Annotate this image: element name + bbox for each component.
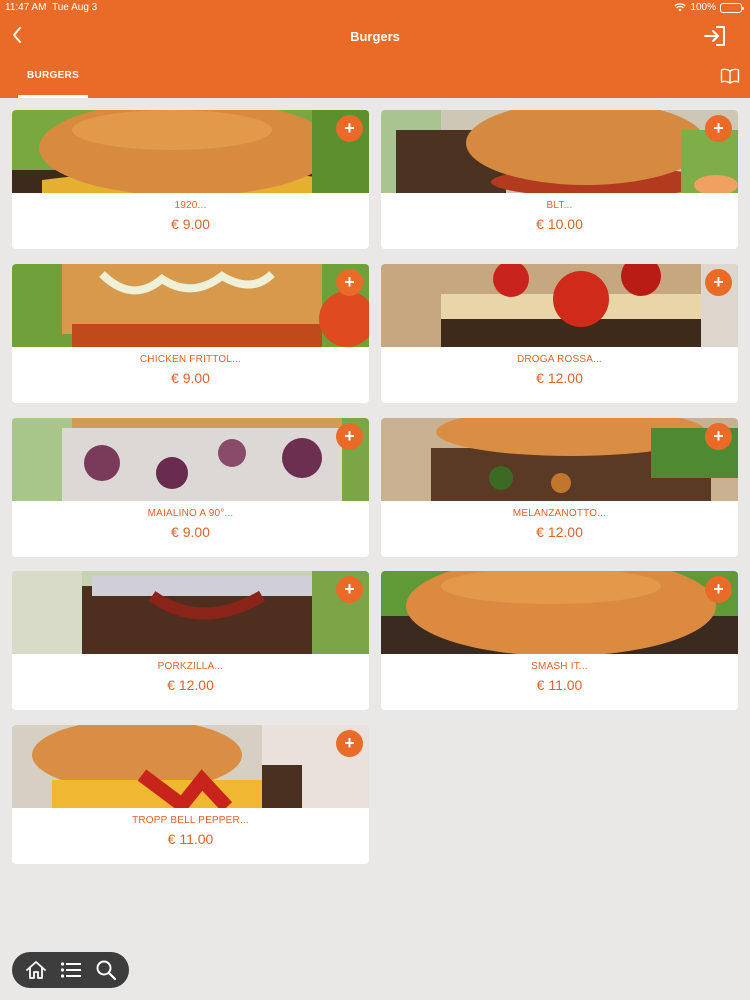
product-card-1920[interactable]: + 1920... € 9.00 <box>12 110 369 249</box>
app-header: 11:47 AM Tue Aug 3 100% Burgers BURGERS <box>0 0 750 98</box>
login-arrow-icon <box>704 26 725 46</box>
product-card-porkzilla[interactable]: + PORKZILLA... € 12.00 <box>12 571 369 710</box>
home-icon <box>25 961 46 979</box>
product-name: MAIALINO A 90°... <box>147 508 234 519</box>
product-image <box>12 725 369 808</box>
product-price: € 9.00 <box>171 370 210 386</box>
tab-burgers[interactable]: BURGERS <box>18 66 88 98</box>
product-image <box>381 418 738 501</box>
product-name: MELANZANOTTO... <box>512 508 607 519</box>
status-indicators: 100% <box>674 2 744 13</box>
status-time: 11:47 AM <box>5 2 47 13</box>
active-tab-indicator <box>18 95 88 98</box>
product-card-chicken-frittol[interactable]: + CHICKEN FRITTOL... € 9.00 <box>12 264 369 403</box>
product-price: € 12.00 <box>167 677 214 693</box>
product-card-smash-it[interactable]: + SMASH IT... € 11.00 <box>381 571 738 710</box>
product-image <box>12 418 369 501</box>
list-icon <box>60 962 81 978</box>
product-name: SMASH IT... <box>531 661 588 672</box>
add-to-cart-button[interactable]: + <box>705 423 732 450</box>
home-button[interactable] <box>23 957 49 983</box>
product-name: TROPP BELL PEPPER... <box>132 815 249 826</box>
login-button[interactable] <box>702 24 728 48</box>
add-to-cart-button[interactable]: + <box>336 269 363 296</box>
product-price: € 9.00 <box>171 524 210 540</box>
add-to-cart-button[interactable]: + <box>705 115 732 142</box>
menu-list-button[interactable] <box>58 957 84 983</box>
product-price: € 12.00 <box>536 370 583 386</box>
battery-icon <box>720 2 744 13</box>
product-name: CHICKEN FRITTOL... <box>139 354 242 365</box>
product-image <box>381 571 738 654</box>
wifi-icon <box>674 3 687 12</box>
tab-label: BURGERS <box>26 70 80 81</box>
search-button[interactable] <box>93 957 119 983</box>
book-icon <box>720 68 740 84</box>
add-to-cart-button[interactable]: + <box>336 576 363 603</box>
product-name: 1920... <box>174 200 207 211</box>
page-title: Burgers <box>350 29 400 44</box>
product-name: BLT... <box>546 200 573 211</box>
add-to-cart-button[interactable]: + <box>705 576 732 603</box>
product-price: € 10.00 <box>536 216 583 232</box>
product-image <box>381 264 738 347</box>
product-price: € 12.00 <box>536 524 583 540</box>
product-image <box>381 110 738 193</box>
product-card-blt[interactable]: + BLT... € 10.00 <box>381 110 738 249</box>
product-image <box>12 264 369 347</box>
add-to-cart-button[interactable]: + <box>336 115 363 142</box>
product-price: € 9.00 <box>171 216 210 232</box>
product-card-tropp-bell-pepper[interactable]: + TROPP BELL PEPPER... € 11.00 <box>12 725 369 864</box>
product-price: € 11.00 <box>536 677 583 693</box>
add-to-cart-button[interactable]: + <box>336 423 363 450</box>
product-name: PORKZILLA... <box>157 661 224 672</box>
product-image <box>12 571 369 654</box>
product-name: DROGA ROSSA... <box>516 354 603 365</box>
add-to-cart-button[interactable]: + <box>705 269 732 296</box>
product-price: € 11.00 <box>167 831 214 847</box>
add-to-cart-button[interactable]: + <box>336 730 363 757</box>
battery-percent: 100% <box>690 2 716 13</box>
search-icon <box>96 960 116 981</box>
status-date: Tue Aug 3 <box>52 2 98 13</box>
product-image <box>12 110 369 193</box>
product-card-droga-rossa[interactable]: + DROGA ROSSA... € 12.00 <box>381 264 738 403</box>
menu-book-button[interactable] <box>720 68 740 84</box>
bottom-navigation <box>12 952 129 988</box>
product-card-melanzanotto[interactable]: + MELANZANOTTO... € 12.00 <box>381 418 738 557</box>
status-bar: 11:47 AM Tue Aug 3 100% <box>0 0 750 16</box>
product-card-maialino[interactable]: + MAIALINO A 90°... € 9.00 <box>12 418 369 557</box>
